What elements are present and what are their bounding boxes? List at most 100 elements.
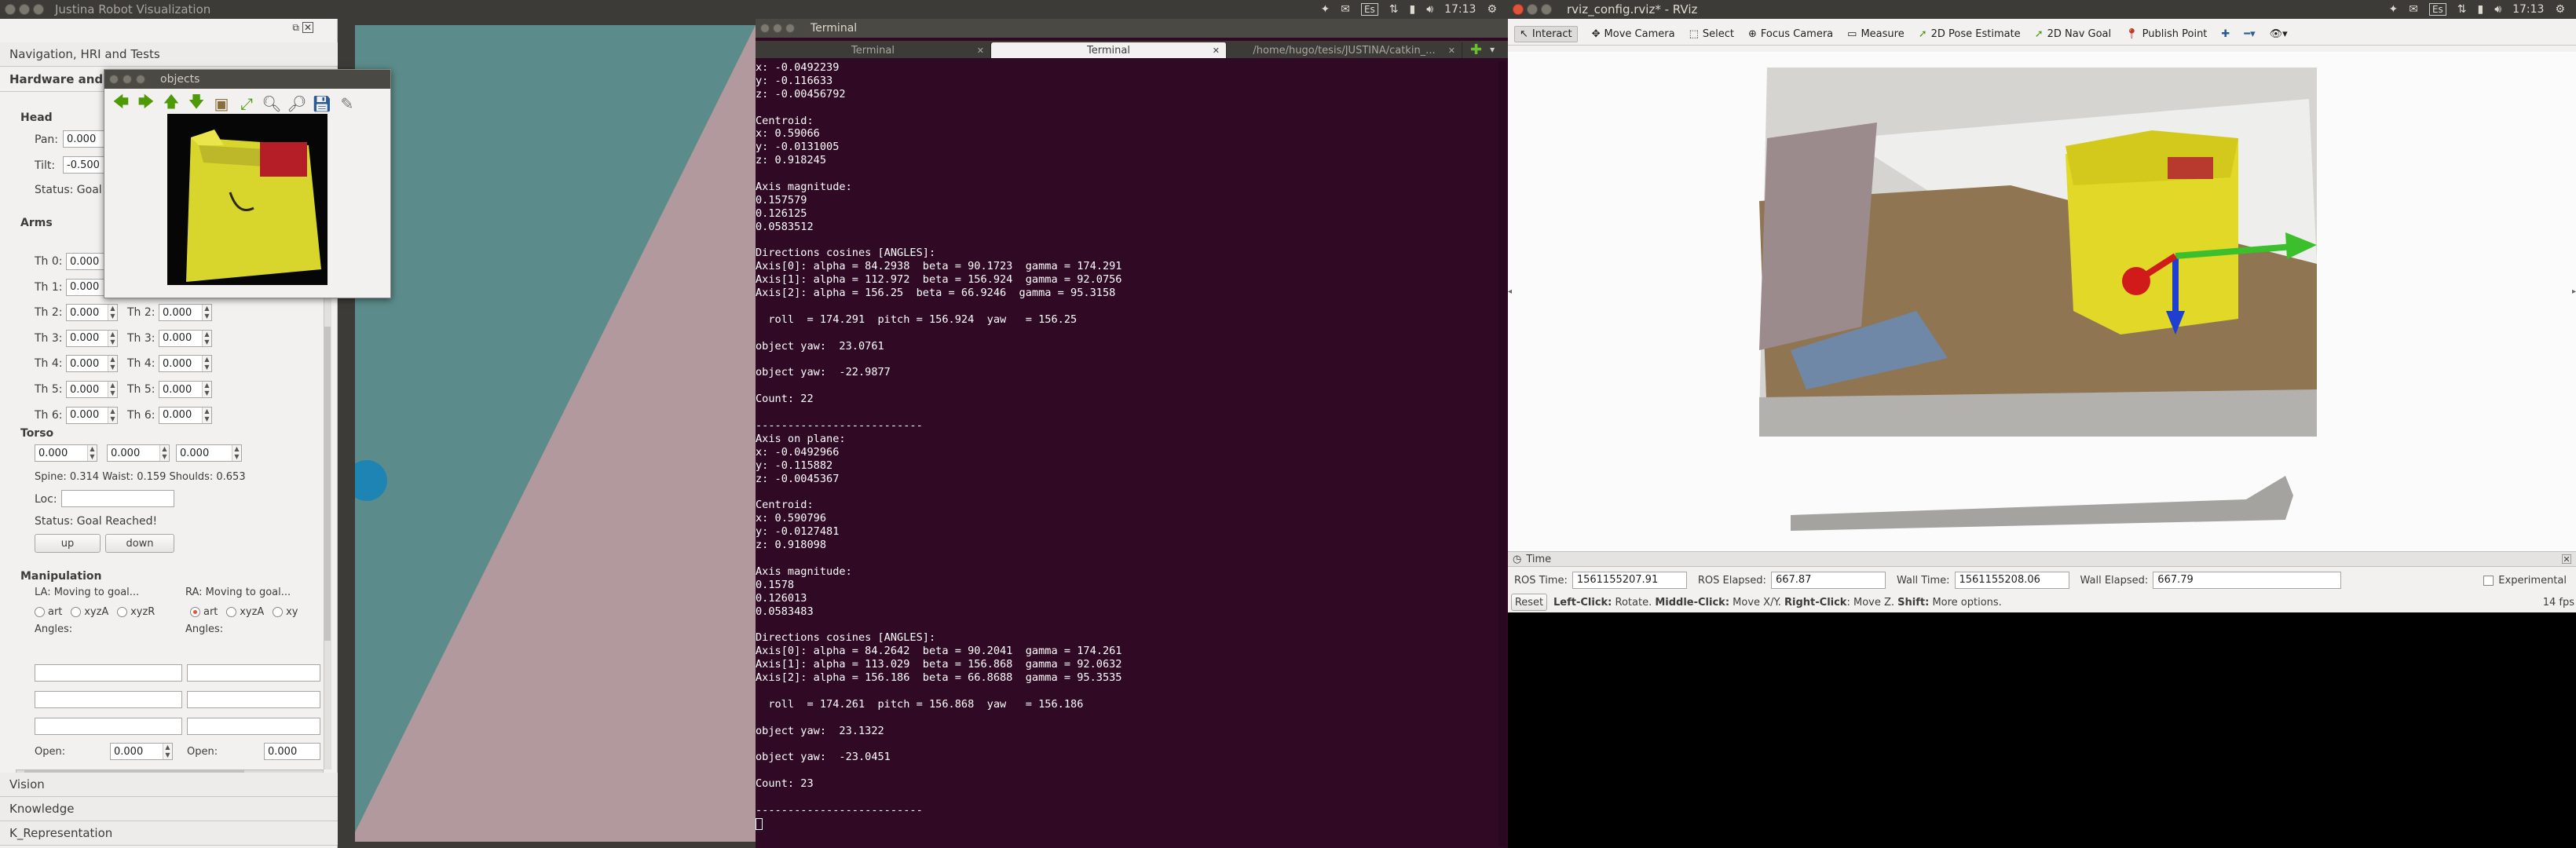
- ra-open-spinbox[interactable]: 0.000: [264, 743, 320, 760]
- right-arm-joint-spinbox[interactable]: 0.000 ▲ ▼: [159, 304, 212, 322]
- spin-arrows[interactable]: ▲▼: [232, 445, 241, 461]
- rviz-close-button[interactable]: [1513, 4, 1524, 15]
- close-icon[interactable]: ✕: [302, 22, 313, 33]
- window-close-button[interactable]: [5, 4, 16, 15]
- wall-time-field[interactable]: 1561155208.06: [1954, 572, 2069, 589]
- spin-arrows[interactable]: ▲▼: [202, 330, 211, 346]
- objects-maximize-button[interactable]: [136, 75, 145, 84]
- restore-icon[interactable]: ⧉: [292, 22, 299, 34]
- terminal-window[interactable]: Terminal Terminal ✕ Terminal ✕ /home/hugo/…: [756, 19, 1508, 848]
- spin-arrows[interactable]: ▲▼: [159, 445, 169, 461]
- left-arm-joint-spinbox[interactable]: 0.000 ▲▼: [66, 304, 118, 322]
- ra-radio-xy[interactable]: [273, 607, 284, 617]
- terminal-scrollbar[interactable]: [1498, 61, 1506, 846]
- spin-arrows[interactable]: ▲▼: [108, 305, 117, 321]
- tab-vision[interactable]: Vision: [0, 773, 338, 797]
- right-arm-joint-spinbox[interactable]: 0.000 ▲ ▼: [159, 329, 212, 347]
- camera-type-button[interactable]: 👁︎▾: [2270, 28, 2288, 40]
- settings-gear-icon[interactable]: ⚙: [2555, 3, 2565, 16]
- save-icon[interactable]: 💾︎: [312, 93, 332, 114]
- wall-elapsed-field[interactable]: 667.79: [2153, 572, 2342, 589]
- right-arm-joint-spinbox[interactable]: 0.000 ▲ ▼: [159, 406, 212, 424]
- clock[interactable]: 17:13: [1444, 3, 1476, 16]
- tool-interact[interactable]: ↖ Interact: [1514, 26, 1578, 42]
- spin-arrows[interactable]: ▲▼: [108, 407, 117, 423]
- left-arm-joint-spinbox[interactable]: 0.000 ▲▼: [66, 355, 118, 373]
- ra-angles-input-1[interactable]: [187, 664, 320, 682]
- mail-icon[interactable]: ✉: [2409, 3, 2418, 16]
- settings-gear-icon[interactable]: ⚙: [1487, 3, 1497, 16]
- ra-radio-xyza[interactable]: [226, 607, 237, 617]
- ros-time-field[interactable]: 1561155207.91: [1572, 572, 1687, 589]
- terminal-minimize-button[interactable]: [773, 24, 782, 33]
- tool-publish-point[interactable]: 📍︎ Publish Point: [2125, 28, 2207, 40]
- torso-up-button[interactable]: up: [35, 534, 101, 553]
- tab-menu-icon[interactable]: ▾: [1490, 44, 1495, 55]
- spin-arrows[interactable]: ▲▼: [202, 407, 211, 423]
- tilt-spinbox[interactable]: -0.500: [63, 156, 110, 174]
- torso-spine-spinbox[interactable]: 0.000 ▲ ▼: [35, 444, 97, 462]
- properties-icon[interactable]: ✎: [337, 93, 357, 114]
- la-angles-input-2[interactable]: [35, 691, 182, 708]
- arrow-up-icon[interactable]: 🡅: [161, 92, 181, 114]
- close-tab-icon[interactable]: ✕: [1448, 46, 1455, 56]
- left-arm-joint-spinbox[interactable]: 0.000 ▲▼: [66, 406, 118, 424]
- left-arm-joint-spinbox[interactable]: 0.000 ▲▼: [66, 381, 118, 398]
- torso-down-button[interactable]: down: [105, 534, 174, 553]
- battery-icon[interactable]: ▮: [2478, 3, 2484, 16]
- add-tool-button[interactable]: ✚: [2221, 28, 2230, 40]
- la-open-spinbox[interactable]: 0.000 ▲ ▼: [110, 743, 173, 760]
- zoom-in-icon[interactable]: 🔍︎: [262, 93, 282, 114]
- la-angles-input-3[interactable]: [35, 718, 182, 735]
- terminal-tab-3[interactable]: /home/hugo/tesis/JUSTINA/catkin_... ✕: [1227, 42, 1462, 58]
- keyboard-layout[interactable]: Es: [2428, 3, 2446, 16]
- objects-close-button[interactable]: [109, 75, 119, 84]
- la-angles-input-1[interactable]: [35, 664, 182, 682]
- pan-image-icon[interactable]: ▣: [211, 93, 232, 114]
- terminal-titlebar[interactable]: Terminal: [756, 19, 1508, 38]
- fit-window-icon[interactable]: ⤢: [236, 93, 257, 114]
- rviz-maximize-button[interactable]: [1541, 4, 1552, 15]
- window-minimize-button[interactable]: [19, 4, 30, 15]
- spin-arrows[interactable]: ▲▼: [108, 382, 117, 397]
- new-tab-icon[interactable]: ✚: [1470, 42, 1482, 58]
- right-splitter-handle[interactable]: ▸: [2572, 287, 2576, 303]
- pan-spinbox[interactable]: 0.000: [63, 130, 110, 148]
- spin-arrows[interactable]: ▲▼: [202, 305, 211, 321]
- network-icon[interactable]: ⇅: [2457, 3, 2467, 16]
- battery-icon[interactable]: ▮: [1410, 3, 1416, 16]
- arrow-down-icon[interactable]: 🡇: [186, 92, 207, 114]
- terminal-output[interactable]: x: -0.0492239 y: -0.116633 z: -0.00456792 C…: [756, 61, 1494, 846]
- right-arm-joint-spinbox[interactable]: 0.000 ▲ ▼: [159, 381, 212, 398]
- ra-radio-art[interactable]: [190, 607, 200, 617]
- terminal-maximize-button[interactable]: [785, 24, 795, 33]
- tool-focus-camera[interactable]: ⊕ Focus Camera: [1748, 28, 1833, 40]
- network-icon[interactable]: ⇅: [1389, 3, 1399, 16]
- arrow-left-icon[interactable]: 🡄: [111, 92, 131, 114]
- tool-2d-nav-goal[interactable]: ➚ 2D Nav Goal: [2035, 28, 2111, 40]
- la-radio-xyzr[interactable]: [117, 607, 128, 617]
- spin-arrows[interactable]: ▲▼: [108, 356, 117, 372]
- ra-angles-input-3[interactable]: [187, 718, 320, 735]
- terminal-tab-1[interactable]: Terminal ✕: [756, 42, 991, 58]
- remove-tool-button[interactable]: ━▾: [2244, 28, 2255, 40]
- right-arm-joint-spinbox[interactable]: 0.000 ▲ ▼: [159, 355, 212, 373]
- close-tab-icon[interactable]: ✕: [1213, 46, 1220, 56]
- tool-move-camera[interactable]: ✥ Move Camera: [1592, 28, 1675, 40]
- rviz-minimize-button[interactable]: [1527, 4, 1538, 15]
- clock-right[interactable]: 17:13: [2512, 3, 2544, 16]
- left-arm-joint-spinbox[interactable]: 0.000 ▲▼: [66, 329, 118, 347]
- reset-button[interactable]: Reset: [1511, 594, 1547, 611]
- left-splitter-handle[interactable]: ◂: [1508, 287, 1512, 303]
- tool-2d-pose-estimate[interactable]: ➚ 2D Pose Estimate: [1919, 28, 2021, 40]
- mail-icon[interactable]: ✉: [1341, 3, 1350, 16]
- tab-knowledge[interactable]: Knowledge: [0, 797, 338, 821]
- close-panel-icon[interactable]: ✕: [2562, 554, 2571, 565]
- ra-angles-input-2[interactable]: [187, 691, 320, 708]
- la-radio-xyza[interactable]: [71, 607, 82, 617]
- tab-k-representation[interactable]: K_Representation: [0, 821, 338, 846]
- tool-measure[interactable]: ▭ Measure: [1847, 28, 1905, 40]
- spin-arrows[interactable]: ▲▼: [108, 330, 117, 346]
- dropbox-icon[interactable]: ✦: [1320, 3, 1330, 16]
- tool-select[interactable]: ⬚ Select: [1689, 28, 1734, 40]
